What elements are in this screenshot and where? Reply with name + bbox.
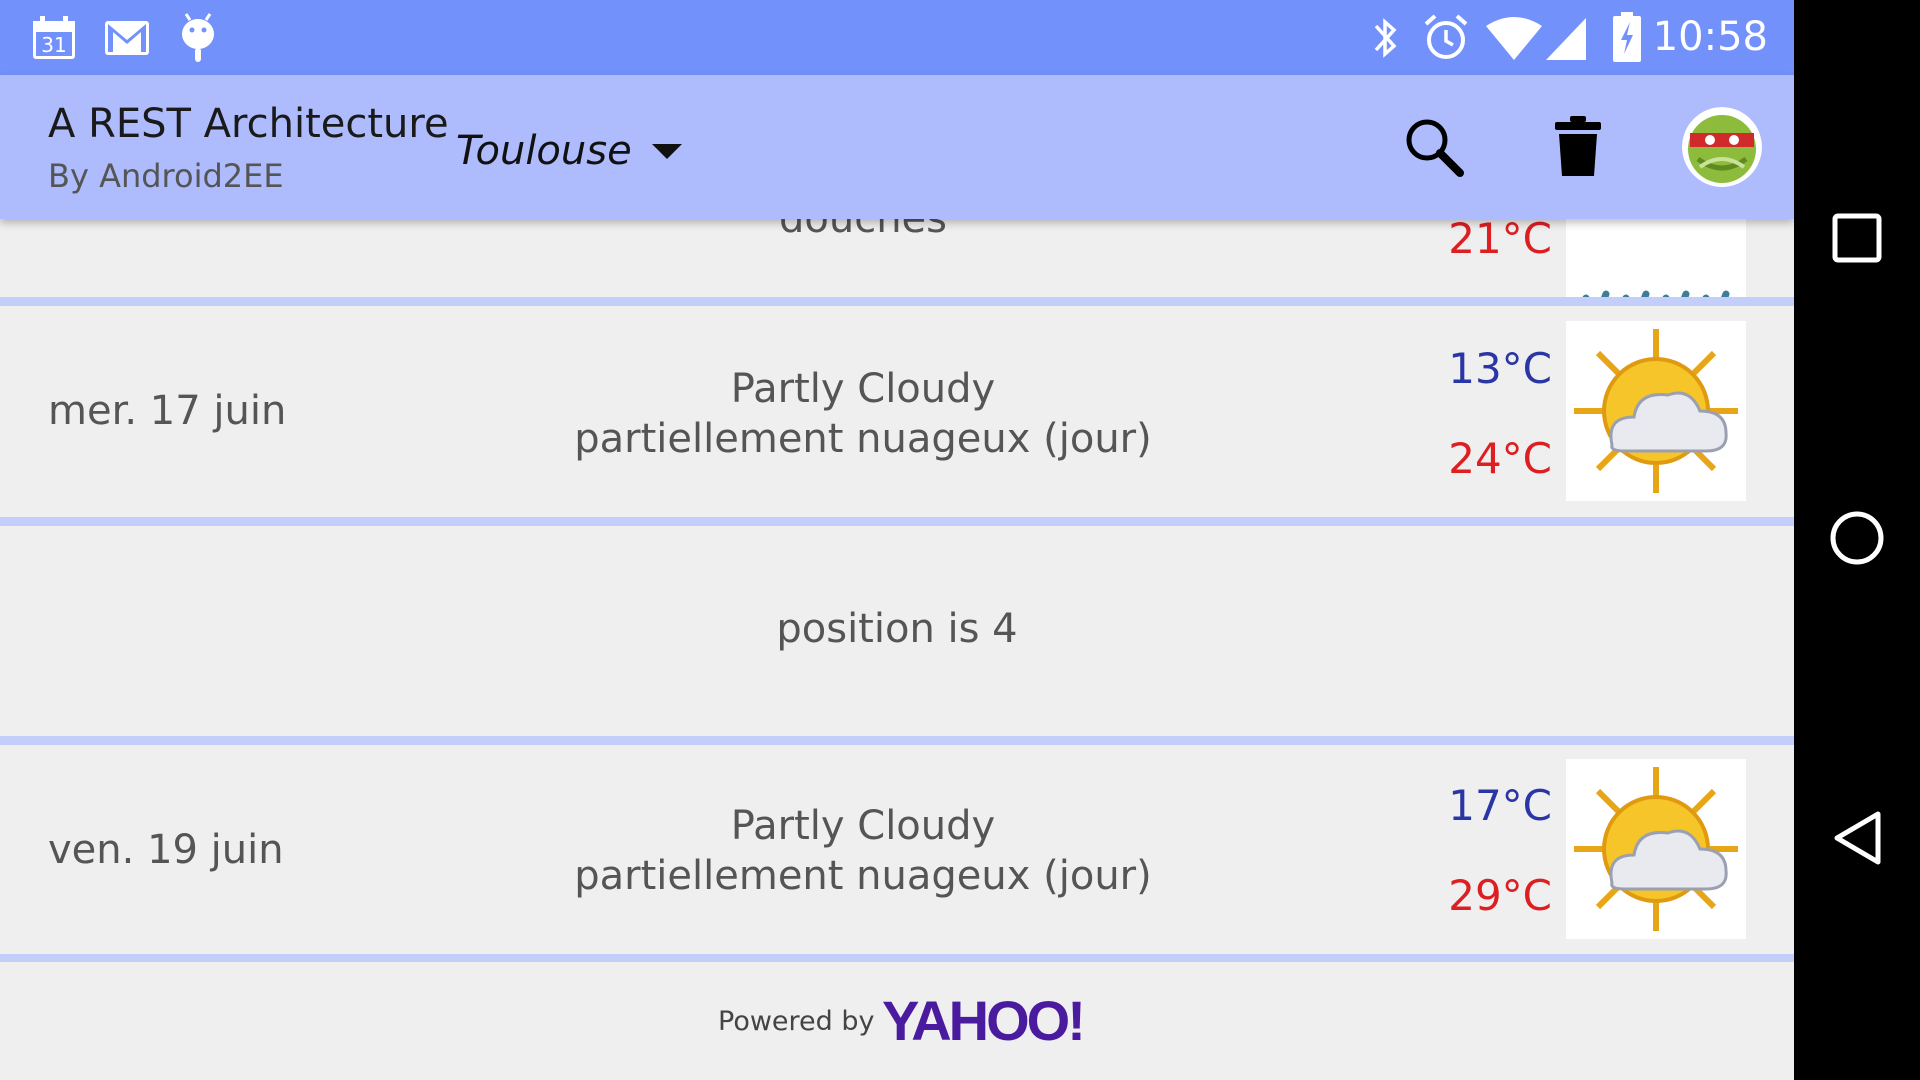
recents-icon: [1832, 213, 1882, 267]
android-debug-icon: [178, 12, 218, 68]
calendar-icon: 31: [30, 14, 78, 66]
app-subtitle: By Android2EE: [48, 157, 284, 195]
powered-by-label: Powered by: [718, 1006, 875, 1037]
forecast-row[interactable]: mer. 17 juin Partly Cloudy partiellement…: [0, 306, 1794, 517]
status-bar: 31 10:58: [0, 0, 1794, 75]
chevron-down-icon: [651, 143, 682, 159]
forecast-description: Partly Cloudy partiellement nuageux (jou…: [470, 801, 1256, 901]
search-button[interactable]: [1396, 111, 1472, 187]
forecast-description-en: Partly Cloudy: [730, 803, 996, 849]
forecast-description-fr: partiellement nuageux (jour): [574, 853, 1152, 899]
trash-icon: [1553, 116, 1603, 182]
back-button[interactable]: [1807, 790, 1907, 890]
home-button[interactable]: [1807, 490, 1907, 590]
forecast-date: mer. 17 juin: [48, 388, 287, 434]
navigation-bar: [1794, 0, 1920, 1080]
temp-low: 13°C: [1448, 344, 1552, 393]
search-icon: [1402, 115, 1466, 183]
gmail-icon: [104, 20, 150, 60]
forecast-date: ven. 19 juin: [48, 827, 284, 873]
wifi-icon: [1486, 16, 1542, 64]
temp-high: 24°C: [1448, 434, 1552, 483]
temp-low: 17°C: [1448, 781, 1552, 830]
forecast-description-en: Partly Cloudy: [730, 366, 996, 412]
calendar-day: 31: [41, 33, 66, 57]
alarm-icon: [1422, 12, 1470, 66]
yahoo-logo: YAHOO!: [882, 989, 1086, 1052]
bluetooth-icon: [1368, 14, 1402, 66]
temp-high: 29°C: [1448, 871, 1552, 920]
position-label: position is 4: [776, 606, 1018, 652]
app-screen: 31 10:58 A REST Architecture By Android2…: [0, 0, 1794, 1080]
home-icon: [1829, 510, 1885, 570]
city-spinner-label: Toulouse: [456, 128, 632, 174]
recents-button[interactable]: [1807, 190, 1907, 290]
forecast-description: Partly Cloudy partiellement nuageux (jou…: [470, 364, 1256, 464]
avatar[interactable]: [1682, 107, 1762, 187]
list-divider: [0, 297, 1794, 306]
list-divider: [0, 517, 1794, 526]
forecast-row[interactable]: ven. 19 juin Partly Cloudy partiellement…: [0, 745, 1794, 954]
action-bar: A REST Architecture By Android2EE Toulou…: [0, 75, 1794, 219]
temp-high: 21°C: [1448, 214, 1552, 263]
back-icon: [1831, 810, 1883, 870]
delete-button[interactable]: [1540, 111, 1616, 187]
partly-cloudy-icon: [1566, 321, 1746, 501]
powered-by-footer[interactable]: Powered by YAHOO!: [0, 962, 1794, 1080]
city-spinner[interactable]: Toulouse: [456, 121, 682, 181]
signal-icon: [1546, 18, 1586, 64]
forecast-description-fr: partiellement nuageux (jour): [574, 416, 1152, 462]
list-divider: [0, 736, 1794, 745]
position-row[interactable]: position is 4: [0, 526, 1794, 736]
partly-cloudy-icon: [1566, 759, 1746, 939]
battery-charging-icon: [1612, 12, 1642, 66]
clock: 10:58: [1652, 14, 1768, 60]
app-title: A REST Architecture: [48, 101, 449, 147]
